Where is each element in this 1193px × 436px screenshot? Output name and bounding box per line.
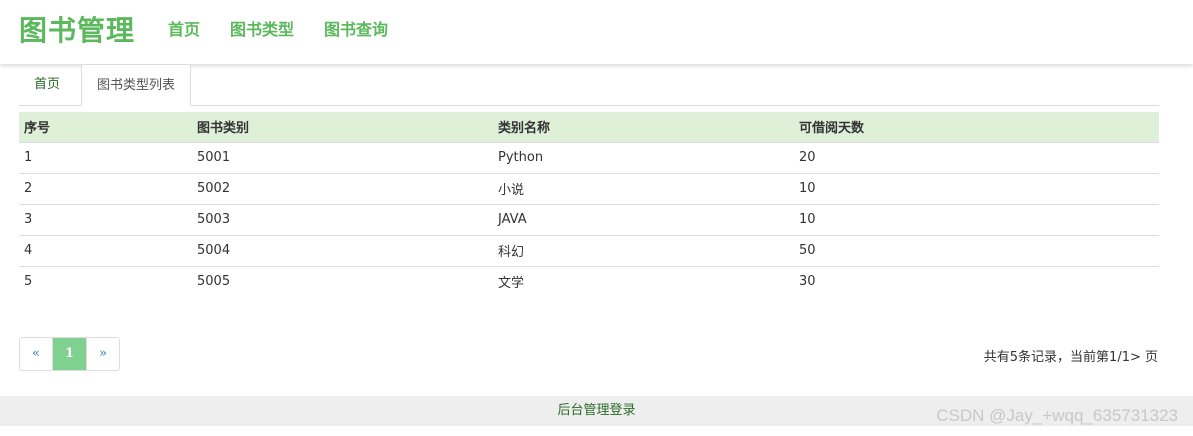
cell-category: 5004: [192, 234, 493, 266]
cell-borrow-days: 10: [794, 203, 1159, 235]
cell-category: 5002: [192, 172, 493, 204]
column-header-category-name: 类别名称: [493, 112, 794, 142]
cell-borrow-days: 10: [794, 172, 1159, 204]
cell-borrow-days: 20: [794, 141, 1159, 173]
page-1-button[interactable]: 1: [53, 338, 86, 370]
cell-index: 3: [19, 203, 192, 235]
cell-category-name: 文学: [493, 265, 794, 297]
cell-borrow-days: 50: [794, 234, 1159, 266]
cell-category-name: Python: [493, 141, 794, 173]
brand-title[interactable]: 图书管理: [19, 9, 135, 49]
cell-category-name: 科幻: [493, 234, 794, 266]
cell-category: 5003: [192, 203, 493, 235]
admin-login-link[interactable]: 后台管理登录: [557, 403, 635, 418]
cell-index: 5: [19, 265, 192, 297]
book-type-table: 序号 图书类别 类别名称 可借阅天数 1 5001 Python 20 2 50…: [19, 112, 1159, 297]
table-row: 3 5003 JAVA 10: [19, 203, 1159, 235]
nav-home-link[interactable]: 首页: [168, 16, 200, 40]
prev-page-button[interactable]: «: [20, 338, 53, 370]
nav-book-types-link[interactable]: 图书类型: [230, 16, 294, 40]
cell-category-name: JAVA: [493, 203, 794, 235]
pagination-info: 共有5条记录，当前第1/1> 页: [983, 350, 1158, 365]
nav-book-search-link[interactable]: 图书查询: [324, 16, 388, 40]
cell-category-name: 小说: [493, 172, 794, 204]
cell-category: 5001: [192, 141, 493, 173]
tab-bar: 首页 图书类型列表: [19, 64, 1159, 106]
table-row: 5 5005 文学 30: [19, 265, 1159, 297]
column-header-category: 图书类别: [192, 112, 493, 142]
next-page-button[interactable]: »: [86, 338, 119, 370]
cell-category: 5005: [192, 265, 493, 297]
pagination: « 1 »: [19, 337, 120, 371]
column-header-borrow-days: 可借阅天数: [794, 112, 1159, 142]
cell-index: 4: [19, 234, 192, 266]
table-row: 2 5002 小说 10: [19, 172, 1159, 204]
watermark: CSDN @Jay_+wqq_635731323: [936, 406, 1178, 425]
cell-index: 2: [19, 172, 192, 204]
tab-home[interactable]: 首页: [19, 64, 75, 106]
cell-index: 1: [19, 141, 192, 173]
tab-book-type-list[interactable]: 图书类型列表: [81, 64, 192, 106]
cell-borrow-days: 30: [794, 265, 1159, 297]
table-row: 1 5001 Python 20: [19, 141, 1159, 173]
table-header-row: 序号 图书类别 类别名称 可借阅天数: [19, 112, 1159, 142]
table-row: 4 5004 科幻 50: [19, 234, 1159, 266]
column-header-index: 序号: [19, 112, 192, 142]
top-navbar: 图书管理 首页 图书类型 图书查询: [0, 0, 1193, 64]
